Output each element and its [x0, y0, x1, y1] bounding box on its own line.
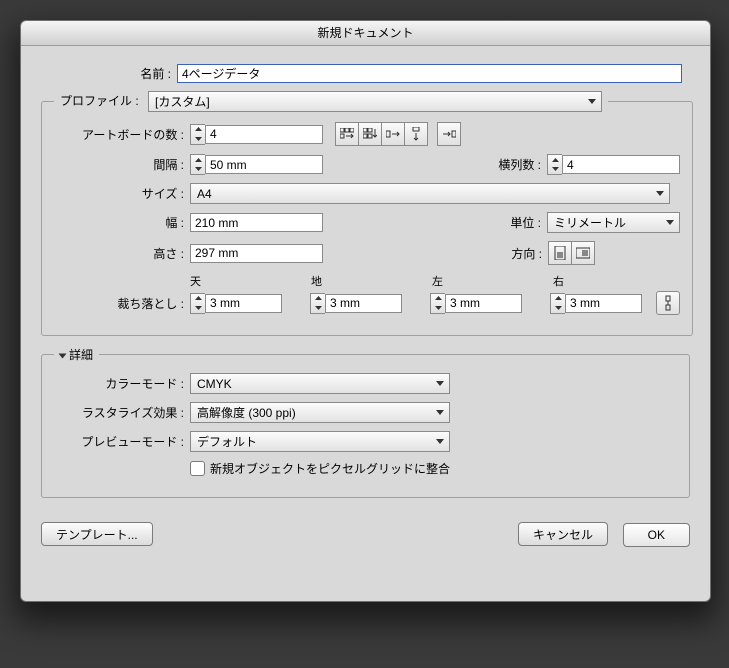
- spacing-input[interactable]: [205, 155, 323, 174]
- bleed-right-hdr: 右: [553, 273, 630, 289]
- artboards-label: アートボードの数 :: [54, 126, 190, 143]
- profile-select[interactable]: [カスタム]: [148, 91, 602, 112]
- color-select[interactable]: CMYK: [190, 373, 450, 394]
- name-input[interactable]: [177, 64, 682, 83]
- ok-button[interactable]: OK: [623, 523, 690, 547]
- name-label: 名前 :: [41, 65, 177, 82]
- size-label: サイズ :: [54, 185, 190, 202]
- color-label: カラーモード :: [54, 375, 190, 392]
- raster-label: ラスタライズ効果 :: [54, 404, 190, 421]
- artboards-input[interactable]: [205, 125, 323, 144]
- width-label: 幅 :: [54, 214, 190, 231]
- units-select[interactable]: ミリメートル: [547, 212, 680, 233]
- col-ttb-icon[interactable]: [404, 122, 428, 146]
- height-label: 高さ :: [54, 245, 190, 262]
- bleed-left-stepper[interactable]: [430, 293, 522, 314]
- bleed-top-stepper[interactable]: [190, 293, 282, 314]
- row-rtl-icon[interactable]: [437, 122, 461, 146]
- size-select[interactable]: A4: [190, 183, 670, 204]
- height-input[interactable]: [190, 244, 323, 263]
- bleed-link-icon[interactable]: [656, 291, 680, 315]
- new-document-dialog: 新規ドキュメント 名前 : プロファイル : [カスタム] アートボードの数 :: [20, 20, 711, 602]
- template-button[interactable]: テンプレート...: [41, 522, 153, 546]
- width-input[interactable]: [190, 213, 323, 232]
- bleed-top-hdr: 天: [190, 273, 267, 289]
- bleed-bottom-stepper[interactable]: [310, 293, 402, 314]
- profile-label: プロファイル :: [60, 92, 145, 109]
- pixelgrid-label: 新規オブジェクトをピクセルグリッドに整合: [210, 460, 450, 477]
- spacing-stepper[interactable]: [190, 154, 323, 175]
- bleed-left-hdr: 左: [432, 273, 509, 289]
- units-label: 単位 :: [491, 214, 547, 231]
- window-title: 新規ドキュメント: [21, 21, 710, 46]
- spacing-label: 間隔 :: [54, 156, 190, 173]
- details-label: 詳細: [69, 348, 93, 362]
- bleed-bottom-hdr: 地: [311, 273, 388, 289]
- row-ltr-icon[interactable]: [381, 122, 405, 146]
- orient-label: 方向 :: [492, 245, 548, 262]
- details-disclosure-icon[interactable]: [59, 353, 67, 358]
- preview-label: プレビューモード :: [54, 433, 190, 450]
- grid-by-row-icon[interactable]: [335, 122, 359, 146]
- cols-stepper[interactable]: [547, 154, 680, 175]
- cols-input[interactable]: [562, 155, 680, 174]
- cancel-button[interactable]: キャンセル: [518, 522, 608, 546]
- grid-by-col-icon[interactable]: [358, 122, 382, 146]
- preview-select[interactable]: デフォルト: [190, 431, 450, 452]
- orient-landscape-icon[interactable]: [571, 241, 595, 265]
- raster-select[interactable]: 高解像度 (300 ppi): [190, 402, 450, 423]
- bleed-label: 裁ち落とし :: [54, 295, 190, 312]
- orient-portrait-icon[interactable]: [548, 241, 572, 265]
- bleed-right-stepper[interactable]: [550, 293, 642, 314]
- details-fieldset: 詳細 カラーモード : CMYK ラスタライズ効果 : 高解像度 (300 pp…: [41, 346, 690, 498]
- artboards-stepper[interactable]: [190, 124, 323, 145]
- main-fieldset: プロファイル : [カスタム] アートボードの数 : 間隔: [41, 91, 693, 336]
- cols-label: 横列数 :: [481, 156, 547, 173]
- pixelgrid-checkbox[interactable]: [190, 461, 205, 476]
